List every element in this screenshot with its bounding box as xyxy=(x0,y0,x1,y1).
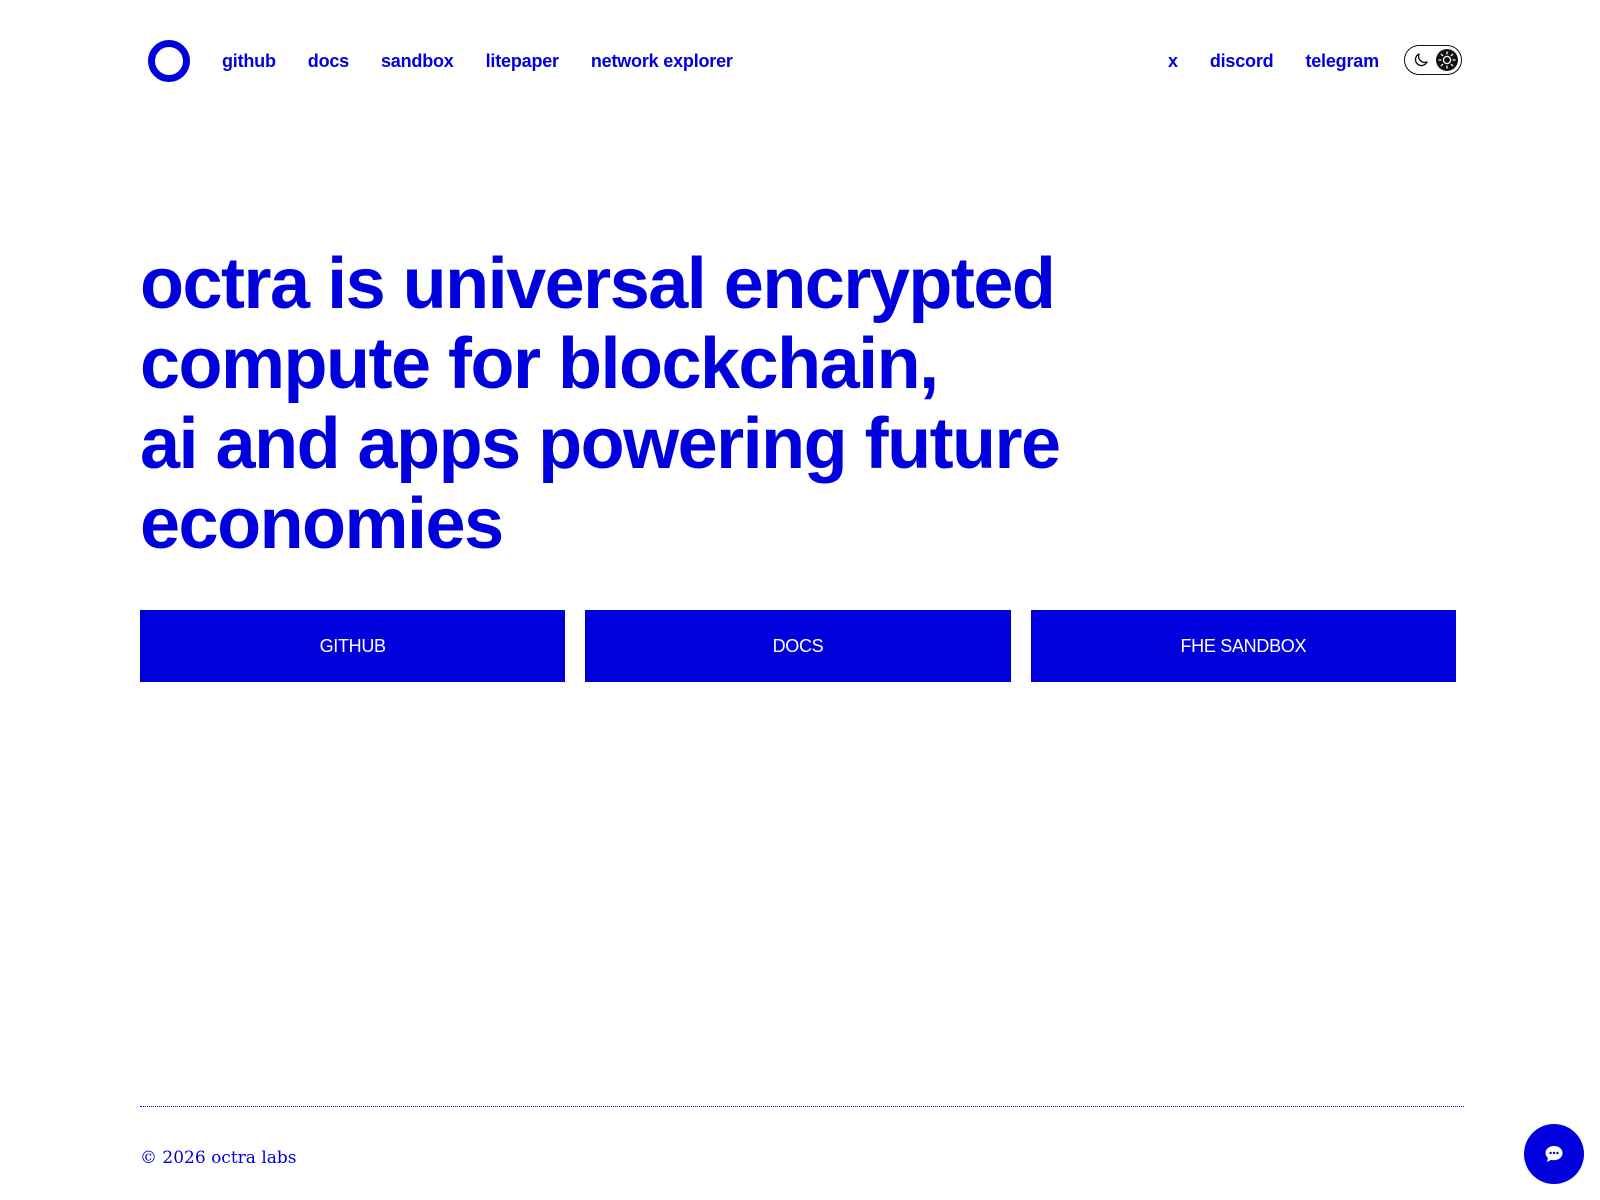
ring-logo-icon[interactable] xyxy=(148,40,190,82)
primary-nav: github docs sandbox litepaper network ex… xyxy=(222,49,733,73)
nav-link-litepaper[interactable]: litepaper xyxy=(486,51,559,72)
nav-link-network-explorer[interactable]: network explorer xyxy=(591,51,733,72)
hero-headline-line: ai and apps powering future xyxy=(140,404,1061,484)
cta-button-row: GITHUB DOCS FHE SANDBOX xyxy=(140,610,1456,682)
nav-link-discord[interactable]: discord xyxy=(1210,51,1274,72)
nav-link-docs[interactable]: docs xyxy=(308,51,349,72)
github-button[interactable]: GITHUB xyxy=(140,610,566,682)
hero-headline-line: economies xyxy=(140,484,504,564)
nav-link-telegram[interactable]: telegram xyxy=(1305,51,1379,72)
fhe-sandbox-button[interactable]: FHE SANDBOX xyxy=(1030,610,1456,682)
hero-headline: octra is universal encrypted compute for… xyxy=(140,244,1440,564)
sun-icon xyxy=(1438,51,1456,69)
footer-divider xyxy=(140,1106,1464,1107)
nav-link-sandbox[interactable]: sandbox xyxy=(381,51,454,72)
hero-headline-line: compute for blockchain, xyxy=(140,324,939,404)
nav-link-x[interactable]: x xyxy=(1168,51,1178,72)
theme-toggle-knob xyxy=(1436,49,1458,71)
chat-button[interactable] xyxy=(1524,1124,1584,1184)
chat-bubble-icon xyxy=(1545,1146,1563,1162)
theme-toggle[interactable] xyxy=(1404,45,1462,75)
social-nav: x discord telegram xyxy=(1168,49,1379,73)
docs-button[interactable]: DOCS xyxy=(585,610,1011,682)
nav-link-github[interactable]: github xyxy=(222,51,276,72)
copyright-text: © 2026 octra labs xyxy=(140,1148,297,1168)
hero-headline-line: octra is universal encrypted xyxy=(140,244,1056,324)
moon-icon xyxy=(1414,53,1428,67)
